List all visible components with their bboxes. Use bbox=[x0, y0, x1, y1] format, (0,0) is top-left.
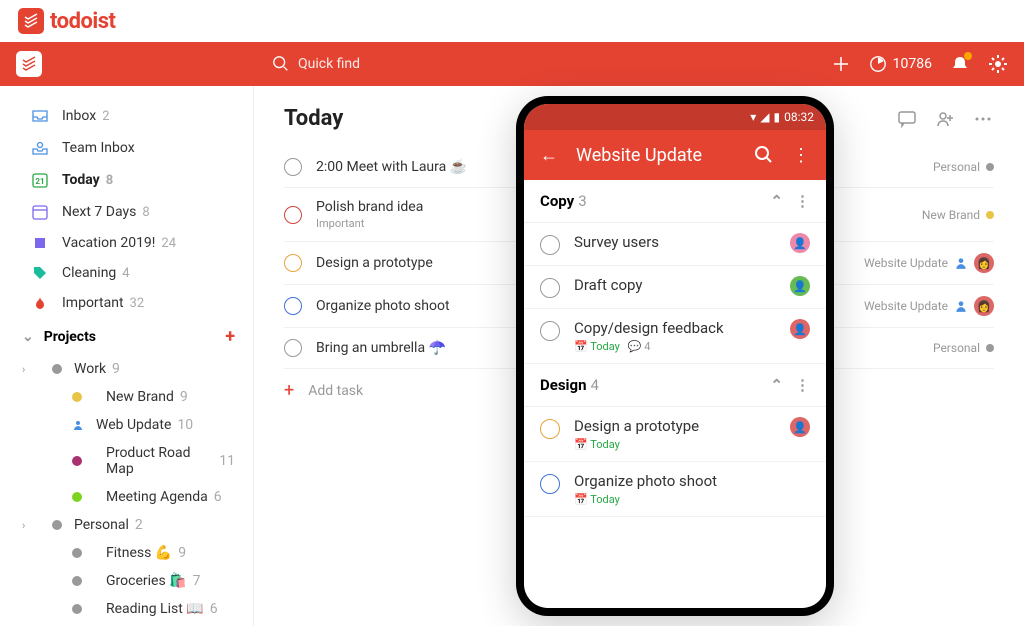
project-dot bbox=[72, 604, 94, 614]
project-dot bbox=[72, 419, 84, 431]
chevron-up-icon[interactable]: ⌃ bbox=[770, 376, 783, 394]
tag-icon bbox=[30, 265, 50, 281]
sidebar-filter-inbox[interactable]: Inbox2 bbox=[8, 100, 245, 132]
task-checkbox[interactable] bbox=[540, 419, 560, 439]
phone-header: ← Website Update ⋮ bbox=[524, 130, 826, 180]
avatar: 👤 bbox=[790, 276, 810, 296]
phone-section-header[interactable]: Design4⌃⋮ bbox=[524, 364, 826, 407]
comment-count: 💬 4 bbox=[628, 340, 651, 353]
section-more-icon[interactable]: ⋮ bbox=[795, 192, 810, 210]
calendar-icon: 📅 Today bbox=[574, 438, 620, 451]
battery-icon: ▮ bbox=[774, 110, 781, 124]
flame-icon bbox=[30, 295, 50, 311]
project-meeting-agenda[interactable]: Meeting Agenda6 bbox=[8, 483, 245, 511]
share-icon[interactable] bbox=[934, 108, 956, 130]
project-dot bbox=[52, 520, 62, 530]
filter-icon bbox=[30, 235, 50, 251]
section-more-icon[interactable]: ⋮ bbox=[795, 376, 810, 394]
project-dot bbox=[52, 364, 62, 374]
projects-header[interactable]: ⌄Projects+ bbox=[8, 318, 245, 355]
sidebar: Inbox2Team Inbox21Today8Next 7 Days8Vaca… bbox=[0, 86, 254, 626]
home-icon[interactable] bbox=[16, 51, 42, 77]
task-checkbox[interactable] bbox=[284, 254, 302, 272]
wifi-icon: ▾ bbox=[750, 110, 756, 124]
task-checkbox[interactable] bbox=[540, 278, 560, 298]
page-title: Today bbox=[284, 106, 343, 131]
settings-icon[interactable] bbox=[988, 54, 1008, 74]
chevron-right-icon: › bbox=[22, 363, 38, 376]
project-fitness-[interactable]: Fitness 💪9 bbox=[8, 539, 245, 567]
task-checkbox[interactable] bbox=[540, 474, 560, 494]
sidebar-filter-team-inbox[interactable]: Team Inbox bbox=[8, 132, 245, 164]
project-dot bbox=[72, 576, 94, 586]
sidebar-filter-next-days[interactable]: Next 7 Days8 bbox=[8, 196, 245, 228]
logo-icon bbox=[18, 8, 44, 34]
phone-task-row[interactable]: Copy/design feedback📅 Today💬 4👤 bbox=[524, 309, 826, 364]
project-product-road-map[interactable]: Product Road Map11 bbox=[8, 439, 245, 483]
search-placeholder: Quick find bbox=[298, 56, 360, 72]
phone-search-icon[interactable] bbox=[754, 145, 774, 165]
phone-task-row[interactable]: Design a prototype📅 Today👤 bbox=[524, 407, 826, 462]
project-work[interactable]: ›Work9 bbox=[8, 355, 245, 383]
sidebar-filter-vacation-[interactable]: Vacation 2019!24 bbox=[8, 228, 245, 258]
phone-task-row[interactable]: Survey users👤 bbox=[524, 223, 826, 266]
add-project-icon[interactable]: + bbox=[225, 326, 235, 347]
svg-text:21: 21 bbox=[35, 177, 44, 186]
chevron-right-icon: › bbox=[22, 519, 38, 532]
phone-task-row[interactable]: Draft copy👤 bbox=[524, 266, 826, 309]
project-personal[interactable]: ›Personal2 bbox=[8, 511, 245, 539]
phone-task-row[interactable]: Organize photo shoot📅 Today bbox=[524, 462, 826, 517]
phone-status-bar: ▾ ◢ ▮ 08:32 bbox=[524, 104, 826, 130]
project-new-brand[interactable]: New Brand9 bbox=[8, 383, 245, 411]
sidebar-filter-today[interactable]: 21Today8 bbox=[8, 164, 245, 196]
task-checkbox[interactable] bbox=[284, 339, 302, 357]
logo-bar: todoist bbox=[0, 0, 1024, 42]
content-area: Today 2:00 Meet with Laura ☕PersonalPoli… bbox=[254, 86, 1024, 626]
phone-title: Website Update bbox=[576, 145, 736, 166]
topbar: Quick find 10786 bbox=[0, 42, 1024, 86]
inbox-icon bbox=[30, 107, 50, 125]
avatar: 👤 bbox=[790, 417, 810, 437]
avatar: 👩 bbox=[974, 253, 994, 273]
task-checkbox[interactable] bbox=[284, 297, 302, 315]
task-checkbox[interactable] bbox=[284, 158, 302, 176]
add-icon[interactable] bbox=[831, 54, 851, 74]
phone-more-icon[interactable]: ⋮ bbox=[792, 145, 810, 166]
phone-section-header[interactable]: Copy3⌃⋮ bbox=[524, 180, 826, 223]
back-icon[interactable]: ← bbox=[540, 145, 558, 166]
project-reading-list-[interactable]: Reading List 📖6 bbox=[8, 595, 245, 623]
project-dot bbox=[72, 456, 94, 466]
team-inbox-icon bbox=[30, 139, 50, 157]
karma-badge[interactable]: 10786 bbox=[869, 55, 932, 73]
avatar: 👤 bbox=[790, 233, 810, 253]
signal-icon: ◢ bbox=[760, 110, 769, 124]
project-web-update[interactable]: Web Update10 bbox=[8, 411, 245, 439]
project-dot bbox=[72, 392, 94, 402]
task-checkbox[interactable] bbox=[540, 235, 560, 255]
search-input[interactable]: Quick find bbox=[272, 55, 360, 73]
phone-mockup: ▾ ◢ ▮ 08:32 ← Website Update ⋮ Copy3⌃⋮Su… bbox=[516, 96, 834, 616]
week-icon bbox=[30, 203, 50, 221]
chevron-up-icon[interactable]: ⌃ bbox=[770, 192, 783, 210]
project-dot bbox=[72, 492, 94, 502]
avatar: 👩 bbox=[974, 296, 994, 316]
today-icon: 21 bbox=[30, 171, 50, 189]
calendar-icon: 📅 Today bbox=[574, 493, 620, 506]
avatar: 👤 bbox=[790, 319, 810, 339]
task-checkbox[interactable] bbox=[540, 321, 560, 341]
project-dot bbox=[72, 548, 94, 558]
sidebar-filter-important[interactable]: Important32 bbox=[8, 288, 245, 318]
comments-icon[interactable] bbox=[896, 108, 918, 130]
sidebar-filter-cleaning[interactable]: Cleaning4 bbox=[8, 258, 245, 288]
brand-name: todoist bbox=[50, 9, 115, 34]
calendar-icon: 📅 Today bbox=[574, 340, 620, 353]
more-icon[interactable] bbox=[972, 108, 994, 130]
project-groceries-[interactable]: Groceries 🛍️7 bbox=[8, 567, 245, 595]
task-checkbox[interactable] bbox=[284, 206, 302, 224]
notifications-icon[interactable] bbox=[950, 54, 970, 74]
